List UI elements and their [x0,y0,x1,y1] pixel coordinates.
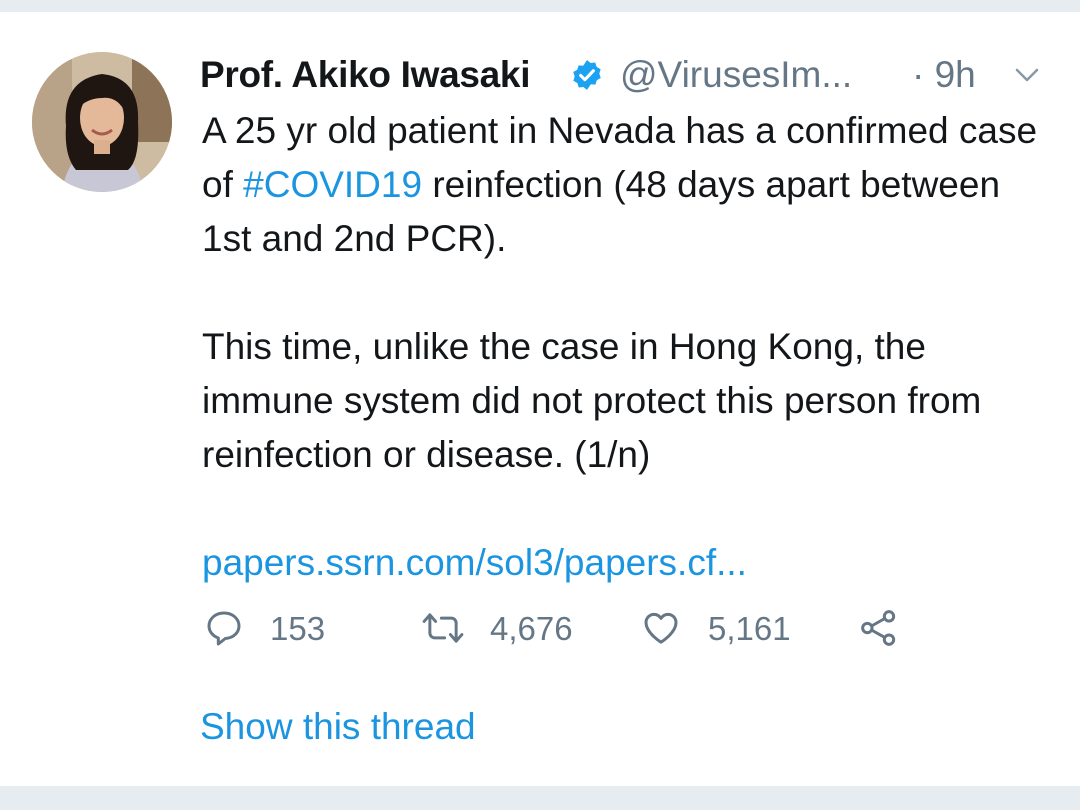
reply-icon [207,611,241,646]
verified-badge-icon [573,60,601,90]
tweet-actions: 153 4,676 5,161 [202,604,962,650]
reply-count: 153 [270,610,326,647]
hashtag-link[interactable]: #COVID19 [243,164,422,205]
tweet-paragraph-1: A 25 yr old patient in Nevada has a conf… [202,104,1052,266]
bottom-divider [0,786,1080,810]
show-thread-link[interactable]: Show this thread [200,706,476,748]
tweet-header: Prof. Akiko Iwasaki @VirusesIm... · 9h [200,48,1050,100]
retweet-icon [422,613,464,643]
retweet-count: 4,676 [490,610,573,647]
heart-icon [644,612,678,644]
top-divider [0,0,1080,12]
timestamp[interactable]: · 9h [912,54,976,96]
author-handle[interactable]: @VirusesIm... [620,54,852,96]
share-icon [861,610,896,646]
author-name[interactable]: Prof. Akiko Iwasaki [200,54,530,96]
chevron-down-icon[interactable] [1012,60,1042,90]
tweet-link[interactable]: papers.ssrn.com/sol3/papers.cf... [202,542,747,583]
avatar[interactable] [32,52,172,192]
tweet-text: A 25 yr old patient in Nevada has a conf… [202,104,1052,590]
tweet-link-wrap: papers.ssrn.com/sol3/papers.cf... [202,536,1052,590]
like-count: 5,161 [708,610,791,647]
tweet-paragraph-2: This time, unlike the case in Hong Kong,… [202,326,982,475]
tweet[interactable]: Prof. Akiko Iwasaki @VirusesIm... · 9h A… [0,12,1080,786]
